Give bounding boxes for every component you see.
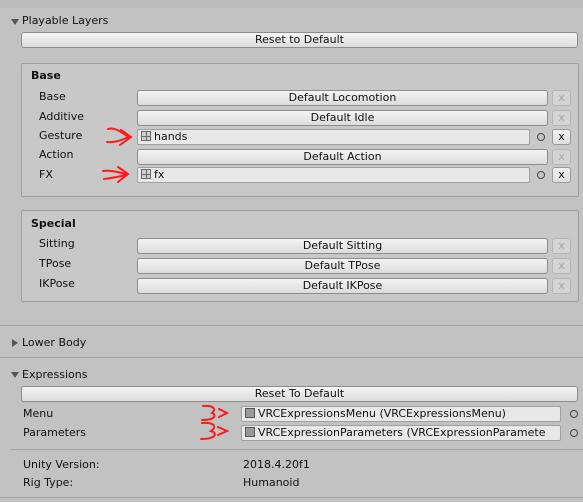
scriptable-object-icon [245,408,255,418]
sitting-row-label: Sitting [39,237,75,250]
ikpose-layer-button[interactable]: Default IKPose [137,278,548,294]
menu-value: VRCExpressionsMenu (VRCExpressionsMenu) [258,407,506,420]
additive-clear-button[interactable]: x [552,110,571,126]
action-layer-button[interactable]: Default Action [137,149,548,165]
parameters-label: Parameters [23,426,86,439]
reset-to-default-button[interactable]: Reset To Default [21,386,578,402]
gesture-clear-button[interactable]: x [552,129,571,145]
expanded-arrow-icon [11,19,19,25]
unity-version-value: 2018.4.20f1 [243,458,310,471]
expressions-foldout[interactable]: Expressions [0,365,583,387]
divider [10,449,583,450]
tpose-clear-button[interactable]: x [552,258,571,274]
ikpose-row-label: IKPose [39,277,75,290]
sitting-layer-button[interactable]: Default Sitting [137,238,548,254]
rig-type-value: Humanoid [243,476,300,489]
base-heading: Base [31,69,61,82]
object-picker-icon[interactable] [570,410,578,418]
scriptable-object-icon [245,427,255,437]
base-clear-button[interactable]: x [552,90,571,106]
gesture-value: hands [154,130,188,143]
fx-value: fx [154,168,165,181]
parameters-object-field[interactable]: VRCExpressionParameters (VRCExpressionPa… [241,425,561,441]
lower-body-title: Lower Body [22,336,87,349]
playable-layers-title: Playable Layers [22,14,109,27]
divider [0,357,583,358]
expressions-title: Expressions [22,368,88,381]
gesture-object-field[interactable]: hands [137,129,530,145]
divider [0,325,583,326]
menu-label: Menu [23,407,54,420]
expanded-arrow-icon [11,372,19,378]
red-bracket-annotation [200,421,229,440]
divider [0,497,583,498]
fx-row-label: FX [39,168,53,181]
red-arrow-annotation [102,166,130,183]
menu-object-field[interactable]: VRCExpressionsMenu (VRCExpressionsMenu) [241,406,561,422]
action-clear-button[interactable]: x [552,149,571,165]
reset-to-default-button[interactable]: Reset to Default [21,32,578,48]
sitting-clear-button[interactable]: x [552,238,571,254]
animator-controller-icon [141,131,151,141]
animator-controller-icon [141,169,151,179]
parameters-value: VRCExpressionParameters (VRCExpressionPa… [258,426,546,439]
object-picker-icon[interactable] [570,429,578,437]
gesture-row-label: Gesture [39,129,83,142]
rig-type-label: Rig Type: [23,476,74,489]
fx-object-field[interactable]: fx [137,167,530,183]
collapsed-arrow-icon [12,339,18,347]
tpose-layer-button[interactable]: Default TPose [137,258,548,274]
additive-row-label: Additive [39,110,84,123]
object-picker-icon[interactable] [537,133,545,141]
additive-layer-button[interactable]: Default Idle [137,110,548,126]
top-edge [0,0,583,8]
special-heading: Special [31,217,76,230]
base-layer-button[interactable]: Default Locomotion [137,90,548,106]
unity-version-label: Unity Version: [23,458,100,471]
object-picker-icon[interactable] [537,171,545,179]
tpose-row-label: TPose [39,257,72,270]
red-arrow-annotation [106,127,133,146]
ikpose-clear-button[interactable]: x [552,278,571,294]
lower-body-foldout[interactable]: Lower Body [0,333,583,355]
fx-clear-button[interactable]: x [552,167,571,183]
base-row-label: Base [39,90,66,103]
action-row-label: Action [39,148,74,161]
playable-layers-foldout[interactable]: Playable Layers [0,10,583,32]
